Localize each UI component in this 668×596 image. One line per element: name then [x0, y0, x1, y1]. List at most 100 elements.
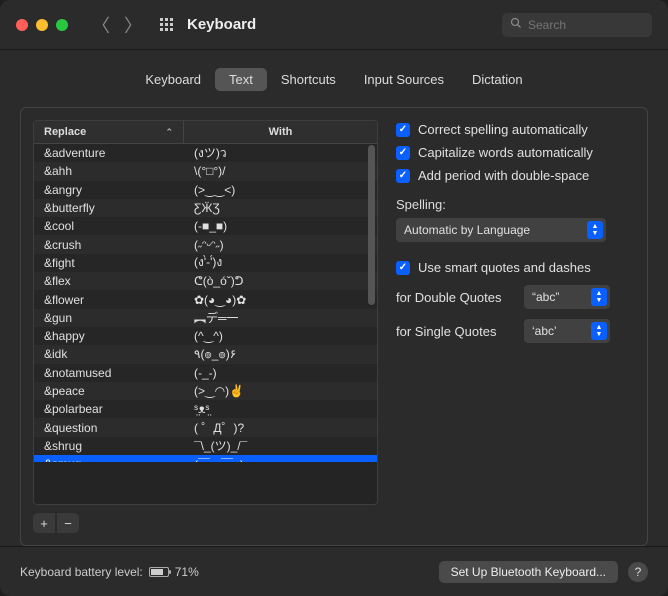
with-cell: ¯\_(ツ)_/¯: [184, 437, 377, 454]
tab-keyboard[interactable]: Keyboard: [131, 68, 215, 91]
replace-cell: &fight: [34, 256, 184, 270]
replace-cell: &angry: [34, 183, 184, 197]
spelling-select[interactable]: Automatic by Language ▲▼: [396, 218, 606, 242]
with-cell: (^‿^): [184, 329, 377, 343]
correct-spelling-row[interactable]: Correct spelling automatically: [396, 122, 635, 137]
table-body[interactable]: &adventure(งツ)ว&ahh\(°□°)/&angry(>‿‿<)&b…: [34, 144, 377, 462]
table-row[interactable]: &adventure(งツ)ว: [34, 144, 377, 162]
with-cell: ( ゜Д゜)?: [184, 419, 377, 436]
search-input[interactable]: [528, 18, 644, 32]
sort-caret-icon: ⌃: [165, 127, 173, 138]
table-row[interactable]: &cool(-■_■): [34, 217, 377, 235]
minimize-window-button[interactable]: [36, 19, 48, 31]
smart-quotes-row[interactable]: Use smart quotes and dashes: [396, 260, 635, 275]
single-quotes-value: ‘abc’: [532, 324, 557, 338]
table-row[interactable]: &butterflyƸӜƷ: [34, 199, 377, 217]
select-arrows-icon: ▲▼: [587, 221, 603, 239]
table-row[interactable]: &smug(￣ᆽ￣=): [34, 455, 377, 462]
double-quotes-select[interactable]: “abc” ▲▼: [524, 285, 610, 309]
capitalize-words-checkbox[interactable]: [396, 146, 410, 160]
spelling-value: Automatic by Language: [404, 223, 530, 237]
capitalize-words-row[interactable]: Capitalize words automatically: [396, 145, 635, 160]
nav-buttons: 〈 〉: [92, 12, 142, 38]
tabs-container: KeyboardTextShortcutsInput SourcesDictat…: [20, 68, 648, 91]
single-quotes-select[interactable]: ‘abc’ ▲▼: [524, 319, 610, 343]
replace-cell: &notamused: [34, 366, 184, 380]
fullscreen-window-button[interactable]: [56, 19, 68, 31]
window-title: Keyboard: [187, 16, 256, 33]
with-cell: (￣ᆽ￣=): [184, 456, 377, 462]
keyboard-preferences-window: 〈 〉 Keyboard KeyboardTextShortcutsInput …: [0, 0, 668, 596]
replace-cell: &cool: [34, 219, 184, 233]
back-button[interactable]: 〈: [92, 12, 110, 38]
table-row[interactable]: &notamused(-_-): [34, 364, 377, 382]
table-header: Replace ⌃ With: [34, 121, 377, 144]
tab-group: KeyboardTextShortcutsInput SourcesDictat…: [131, 68, 536, 91]
add-row-button[interactable]: +: [33, 513, 55, 533]
table-row[interactable]: &fight(ง'̀-'́)ง: [34, 254, 377, 272]
with-cell: (ง'̀-'́)ง: [184, 253, 377, 272]
with-cell: (-■_■): [184, 219, 377, 233]
add-period-row[interactable]: Add period with double-space: [396, 168, 635, 183]
capitalize-words-label: Capitalize words automatically: [418, 145, 593, 160]
table-row[interactable]: &shrug¯\_(ツ)_/¯: [34, 437, 377, 455]
tab-text[interactable]: Text: [215, 68, 267, 91]
titlebar: 〈 〉 Keyboard: [0, 0, 668, 50]
help-button[interactable]: ?: [628, 562, 648, 582]
table-row[interactable]: &idk٩(๏_๏)۶: [34, 345, 377, 363]
double-quotes-row: for Double Quotes “abc” ▲▼: [396, 285, 635, 309]
table-row[interactable]: &flower✿(◕‿◕)✿: [34, 290, 377, 308]
replace-cell: &polarbear: [34, 402, 184, 416]
table-row[interactable]: &flexᕦ(ò_óˇ)ᕤ: [34, 272, 377, 290]
show-all-icon[interactable]: [160, 18, 173, 31]
replace-cell: &question: [34, 421, 184, 435]
replace-cell: &butterfly: [34, 201, 184, 215]
replace-cell: &smug: [34, 457, 184, 462]
forward-button[interactable]: 〉: [124, 12, 142, 38]
replace-cell: &flex: [34, 274, 184, 288]
tab-shortcuts[interactable]: Shortcuts: [267, 68, 350, 91]
add-period-checkbox[interactable]: [396, 169, 410, 183]
remove-row-button[interactable]: −: [57, 513, 79, 533]
close-window-button[interactable]: [16, 19, 28, 31]
with-cell: (>‿◠)✌: [184, 384, 377, 398]
spelling-label: Spelling:: [396, 197, 635, 212]
replace-cell: &flower: [34, 293, 184, 307]
correct-spelling-checkbox[interactable]: [396, 123, 410, 137]
battery-percent: 71%: [175, 565, 199, 579]
replace-column-header[interactable]: Replace ⌃: [34, 121, 184, 143]
tab-dictation[interactable]: Dictation: [458, 68, 537, 91]
table-row[interactable]: &angry(>‿‿<): [34, 181, 377, 199]
with-cell: \(°□°)/: [184, 164, 377, 178]
replace-cell: &ahh: [34, 164, 184, 178]
replace-cell: &adventure: [34, 146, 184, 160]
with-cell: ٩(๏_๏)۶: [184, 345, 377, 364]
table-row[interactable]: &ahh\(°□°)/: [34, 162, 377, 180]
smart-quotes-checkbox[interactable]: [396, 261, 410, 275]
with-column-header[interactable]: With: [184, 121, 377, 143]
replace-cell: &shrug: [34, 439, 184, 453]
replace-cell: &happy: [34, 329, 184, 343]
select-arrows-icon: ▲▼: [591, 322, 607, 340]
table-row[interactable]: &peace(>‿◠)✌: [34, 382, 377, 400]
with-cell: ᕦ(ò_óˇ)ᕤ: [184, 274, 377, 288]
table-row[interactable]: &gun︻デ═一: [34, 309, 377, 327]
with-cell: ︻デ═一: [184, 309, 377, 326]
traffic-lights: [16, 19, 68, 31]
bluetooth-setup-button[interactable]: Set Up Bluetooth Keyboard...: [439, 561, 618, 583]
double-quotes-value: “abc”: [532, 290, 559, 304]
with-cell: ƸӜƷ: [184, 201, 377, 215]
table-row[interactable]: &question( ゜Д゜)?: [34, 418, 377, 436]
replace-header-text: Replace: [44, 126, 86, 138]
with-cell: ˢ̤ᴥˢ̤: [184, 402, 377, 416]
battery-label: Keyboard battery level:: [20, 565, 143, 579]
scrollbar-thumb[interactable]: [368, 145, 375, 305]
correct-spelling-label: Correct spelling automatically: [418, 122, 588, 137]
double-quotes-label: for Double Quotes: [396, 290, 514, 305]
search-field[interactable]: [502, 13, 652, 37]
tab-input-sources[interactable]: Input Sources: [350, 68, 458, 91]
table-row[interactable]: &happy(^‿^): [34, 327, 377, 345]
select-arrows-icon: ▲▼: [591, 288, 607, 306]
table-row[interactable]: &crush(˶ᵔᵕᵔ˶): [34, 235, 377, 253]
table-row[interactable]: &polarbearˢ̤ᴥˢ̤: [34, 400, 377, 418]
